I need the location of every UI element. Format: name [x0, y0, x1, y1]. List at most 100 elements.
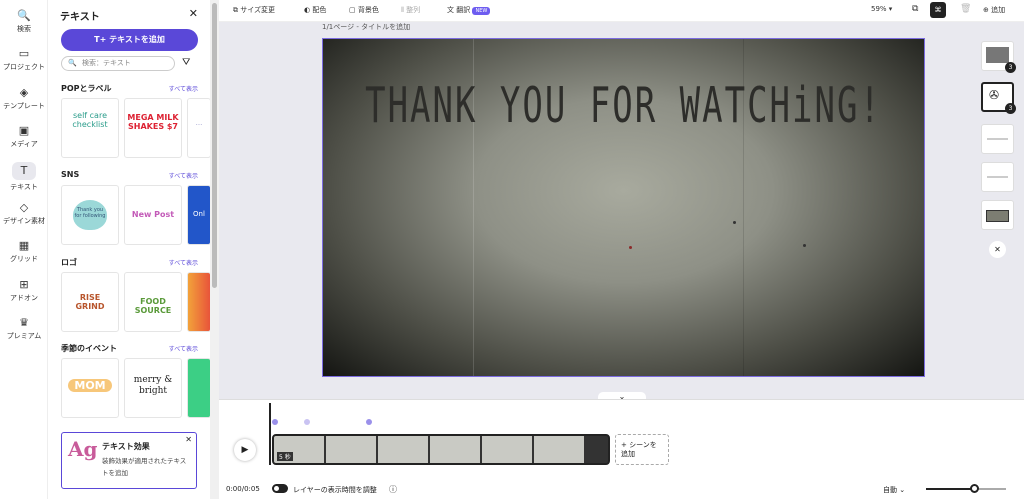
scene-thumb[interactable] — [981, 162, 1014, 192]
mode-icon[interactable]: ⌘ — [930, 2, 946, 18]
color-button[interactable]: ◐ 配色 — [304, 5, 326, 15]
effect-title: テキスト効果 — [102, 442, 150, 451]
layer-toggle[interactable] — [272, 484, 288, 493]
section-title-logo: ロゴ — [61, 258, 77, 267]
close-icon[interactable]: ✕ — [989, 241, 1006, 258]
panel-title: テキスト — [60, 12, 100, 23]
see-all-link[interactable]: すべて表示 — [169, 344, 198, 353]
mode-select[interactable]: 自動 ⌄ — [883, 485, 905, 495]
zoom-select[interactable]: 59% ▾ — [871, 5, 892, 13]
media-icon: ▣ — [18, 124, 30, 137]
scene-thumb[interactable]: ✇ 3 — [981, 82, 1016, 114]
template-thumb[interactable] — [187, 272, 210, 332]
scene-thumb[interactable] — [981, 200, 1014, 230]
effect-desc: 装飾効果が適用されたテキストを追加 — [102, 457, 187, 477]
add-text-label: テキストを追加 — [109, 35, 165, 44]
template-thumb[interactable]: New Post — [124, 185, 182, 245]
rail-label: メディア — [10, 140, 38, 148]
rail-item[interactable]: ◈ テンプレート — [0, 86, 48, 111]
left-rail: 🔍 検索 ▭ プロジェクト ◈ テンプレート ▣ メディア T テキスト ◇ デザイン素材 ▦ グリッド ⊞… — [0, 0, 48, 499]
template-thumb[interactable]: Thank you for following — [61, 185, 119, 245]
rail-label: 検索 — [17, 25, 31, 33]
slide-heading[interactable]: THANK YOU FOR WATCHiNG! — [323, 77, 924, 135]
rail-label: プレミアム — [6, 332, 42, 340]
rail-item[interactable]: ♛ プレミアム — [0, 316, 48, 341]
zoom-slider[interactable] — [926, 484, 1006, 493]
template-thumb[interactable]: MEGA MILK SHAKES $7 — [124, 98, 182, 158]
count-badge: 3 — [1005, 103, 1016, 114]
template-thumb[interactable]: self care checklist — [61, 98, 119, 158]
close-icon[interactable]: ✕ — [185, 435, 192, 444]
time-readout: 0:00/0:05 — [226, 485, 260, 493]
effect-logo: Ag — [68, 437, 98, 461]
section-title-season: 季節のイベント — [61, 344, 117, 353]
rail-item[interactable]: ▭ プロジェクト — [0, 47, 48, 72]
template-thumb[interactable]: MOM — [61, 358, 119, 418]
template-thumb[interactable]: ... — [187, 98, 210, 158]
align-button[interactable]: ⫴ 整列 — [401, 5, 420, 15]
template-thumb[interactable] — [187, 358, 210, 418]
play-icon[interactable]: ▶ — [234, 439, 256, 461]
rail-label: テンプレート — [3, 102, 45, 110]
film-icon: ✇ — [989, 88, 1000, 102]
trash-icon[interactable]: 🗑 — [960, 4, 971, 14]
clip-duration: 5 秒 — [277, 452, 293, 461]
plus-icon: ⊕ — [983, 6, 992, 14]
info-icon[interactable]: ⓘ — [389, 484, 397, 495]
template-thumb[interactable]: RISE GRIND — [61, 272, 119, 332]
text-panel: テキスト ✕ T+ テキストを追加 🔍 検索：テキスト ⛛ POPとラベル すべて… — [48, 0, 210, 499]
search-icon: 🔍 — [17, 9, 31, 22]
timeline-clip[interactable]: 5 秒 — [272, 434, 610, 465]
scene-thumb[interactable]: 3 — [981, 41, 1016, 73]
panel-scrollbar[interactable] — [210, 0, 219, 499]
add-text-button[interactable]: T+ テキストを追加 — [61, 29, 198, 51]
slide-canvas[interactable]: THANK YOU FOR WATCHiNG! — [322, 38, 925, 377]
rail-label: アドオン — [10, 294, 38, 302]
add-scene-button[interactable]: + シーンを追加 — [615, 434, 669, 465]
top-toolbar: ⧉ サイズ変更 ◐ 配色 ▢ 背景色 ⫴ 整列 文 翻訳 NEW 59% ▾ ⧉… — [219, 0, 1024, 22]
page-title[interactable]: 1/1ページ - タイトルを追加 — [322, 22, 410, 32]
count-badge: 3 — [1005, 62, 1016, 73]
addon-icon: ⊞ — [19, 278, 29, 291]
playhead[interactable] — [269, 403, 271, 465]
rail-item[interactable]: 🔍 検索 — [0, 9, 48, 34]
scene-thumb[interactable] — [981, 124, 1014, 154]
resize-button[interactable]: ⧉ サイズ変更 — [233, 5, 275, 15]
text-icon: T — [12, 162, 36, 180]
crown-icon: ♛ — [19, 316, 29, 329]
translate-button[interactable]: 文 翻訳 NEW — [447, 5, 491, 15]
bg-color-button[interactable]: ▢ 背景色 — [349, 5, 379, 15]
square-icon: ▢ — [349, 6, 358, 14]
rail-label: テキスト — [10, 183, 38, 191]
shapes-icon: ◇ — [19, 201, 29, 214]
text-effect-card[interactable]: Ag テキスト効果 装飾効果が適用されたテキストを追加 ✕ — [61, 432, 197, 489]
template-icon: ◈ — [19, 86, 29, 99]
section-title-sns: SNS — [61, 170, 80, 179]
see-all-link[interactable]: すべて表示 — [169, 171, 198, 180]
template-thumb[interactable]: Onl — [187, 185, 210, 245]
rail-label: プロジェクト — [3, 63, 45, 71]
copy-icon[interactable]: ⧉ — [912, 4, 918, 14]
search-input[interactable]: 🔍 検索：テキスト — [61, 56, 175, 71]
filter-icon[interactable]: ⛛ — [182, 57, 190, 68]
see-all-link[interactable]: すべて表示 — [169, 258, 198, 267]
rail-item[interactable]: ▦ グリッド — [0, 239, 48, 264]
add-button[interactable]: ⊕ 追加 — [983, 5, 1005, 15]
rail-item[interactable]: T テキスト — [0, 162, 48, 192]
add-text-icon: T+ — [94, 35, 110, 44]
grid-icon: ▦ — [18, 239, 30, 252]
search-icon: 🔍 — [68, 59, 77, 67]
translate-icon: 文 — [447, 6, 457, 14]
close-icon[interactable]: ✕ — [189, 7, 198, 20]
rail-item[interactable]: ◇ デザイン素材 — [0, 201, 48, 226]
rail-label: グリッド — [10, 255, 38, 263]
see-all-link[interactable]: すべて表示 — [169, 84, 198, 93]
template-thumb[interactable]: FOOD SOURCE — [124, 272, 182, 332]
folder-icon: ▭ — [18, 47, 30, 60]
search-placeholder: 検索：テキスト — [82, 59, 131, 67]
layer-toggle-label: レイヤーの表示時間を調整 — [293, 486, 377, 494]
rail-item[interactable]: ⊞ アドオン — [0, 278, 48, 303]
rail-label: デザイン素材 — [3, 217, 45, 225]
rail-item[interactable]: ▣ メディア — [0, 124, 48, 149]
template-thumb[interactable]: merry & bright — [124, 358, 182, 418]
